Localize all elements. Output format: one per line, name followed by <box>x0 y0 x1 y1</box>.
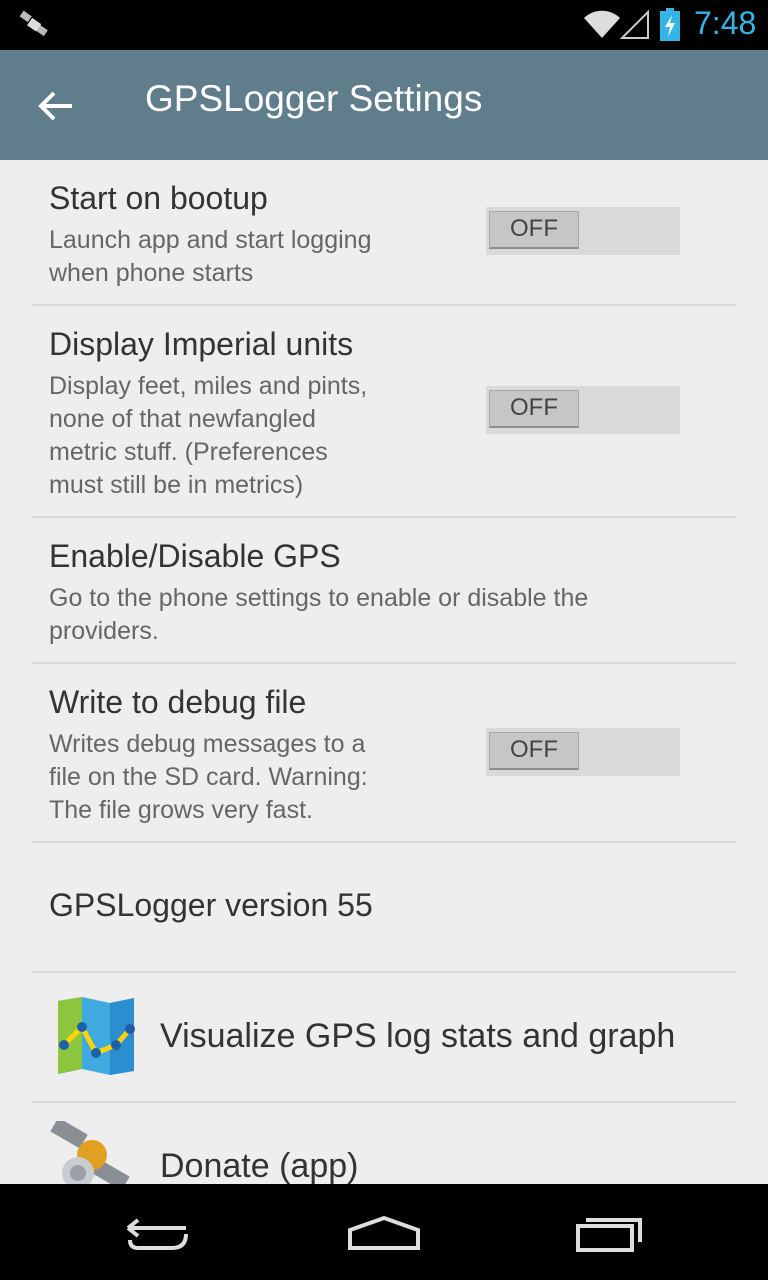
status-bar: 7:48 <box>0 0 768 50</box>
settings-list: Start on bootup Launch app and start log… <box>0 160 768 1184</box>
imperial-units-toggle[interactable]: OFF <box>486 386 680 434</box>
clock: 7:48 <box>694 5 757 41</box>
navigation-bar <box>0 1184 768 1280</box>
back-icon[interactable] <box>124 1214 194 1254</box>
battery-charging-icon <box>660 8 680 41</box>
pref-title: Display Imperial units <box>49 326 354 362</box>
link-donate-app[interactable]: Donate (app) <box>32 1103 736 1184</box>
debug-file-toggle[interactable]: OFF <box>486 728 680 776</box>
pref-display-imperial-units[interactable]: Display Imperial units Display feet, mil… <box>32 306 736 518</box>
satellite-icon <box>50 1121 130 1184</box>
link-label: Visualize GPS log stats and graph <box>160 1017 676 1055</box>
pref-title: Write to debug file <box>49 684 307 720</box>
cell-signal-icon <box>620 10 649 39</box>
link-visualize-gps[interactable]: Visualize GPS log stats and graph <box>32 973 736 1103</box>
page-title: GPSLogger Settings <box>145 78 483 119</box>
link-label: Donate (app) <box>160 1147 359 1184</box>
pref-write-to-debug-file[interactable]: Write to debug file Writes debug message… <box>32 664 736 843</box>
pref-summary: Writes debug messages to a file on the S… <box>49 730 368 824</box>
pref-summary: Display feet, miles and pints, none of t… <box>49 372 368 499</box>
pref-summary: Launch app and start logging when phone … <box>49 226 372 287</box>
pref-enable-disable-gps[interactable]: Enable/Disable GPS Go to the phone setti… <box>32 518 736 664</box>
toggle-knob: OFF <box>489 211 579 249</box>
home-icon[interactable] <box>346 1214 422 1254</box>
toggle-knob: OFF <box>489 732 579 770</box>
pref-summary: Go to the phone settings to enable or di… <box>49 584 589 645</box>
start-on-bootup-toggle[interactable]: OFF <box>486 207 680 255</box>
back-arrow-icon[interactable] <box>38 90 74 122</box>
action-bar: GPSLogger Settings <box>0 50 768 160</box>
pref-start-on-bootup[interactable]: Start on bootup Launch app and start log… <box>32 160 736 306</box>
version-label: GPSLogger version 55 <box>49 887 373 923</box>
wifi-icon <box>584 10 620 39</box>
satellite-notification-icon <box>19 10 48 37</box>
link-label-clip: Visualize GPS log stats and graph <box>32 973 700 1099</box>
pref-title: Enable/Disable GPS <box>49 538 341 574</box>
pref-title: Start on bootup <box>49 180 268 216</box>
recents-icon[interactable] <box>574 1214 644 1254</box>
version-row[interactable]: GPSLogger version 55 <box>32 843 736 973</box>
toggle-knob: OFF <box>489 390 579 428</box>
